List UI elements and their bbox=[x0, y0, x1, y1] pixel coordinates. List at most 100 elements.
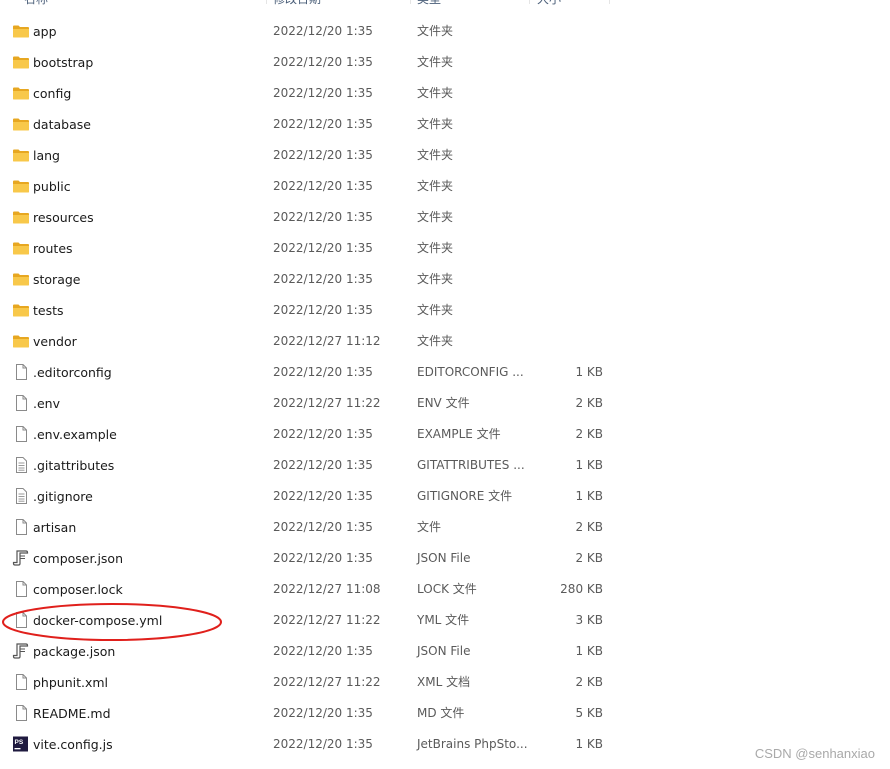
item-size: 2 KB bbox=[575, 520, 603, 534]
item-name[interactable]: resources bbox=[33, 202, 94, 233]
item-modified-date: 2022/12/27 11:22 bbox=[273, 675, 381, 689]
folder-row[interactable]: resources 2022/12/20 1:35 文件夹 bbox=[0, 202, 890, 233]
item-name[interactable]: README.md bbox=[33, 698, 111, 729]
folder-row[interactable]: bootstrap 2022/12/20 1:35 文件夹 bbox=[0, 47, 890, 78]
item-name[interactable]: tests bbox=[33, 295, 64, 326]
column-separator[interactable] bbox=[266, 0, 267, 4]
file-list: app 2022/12/20 1:35 文件夹 bootstrap 2022/12/20… bbox=[0, 16, 890, 760]
file-row[interactable]: README.md 2022/12/20 1:35 MD 文件 5 KB bbox=[0, 698, 890, 729]
text-file-icon bbox=[12, 457, 30, 473]
folder-icon bbox=[12, 23, 30, 39]
folder-row[interactable]: database 2022/12/20 1:35 文件夹 bbox=[0, 109, 890, 140]
file-icon bbox=[12, 426, 30, 442]
item-name[interactable]: lang bbox=[33, 140, 60, 171]
item-name[interactable]: bootstrap bbox=[33, 47, 93, 78]
item-name[interactable]: public bbox=[33, 171, 71, 202]
item-type: MD 文件 bbox=[417, 706, 465, 720]
column-header-date[interactable]: 修改日期 bbox=[273, 0, 353, 12]
item-modified-date: 2022/12/20 1:35 bbox=[273, 303, 373, 317]
column-separator[interactable] bbox=[410, 0, 411, 4]
folder-row[interactable]: lang 2022/12/20 1:35 文件夹 bbox=[0, 140, 890, 171]
item-modified-date: 2022/12/20 1:35 bbox=[273, 210, 373, 224]
item-size: 1 KB bbox=[575, 458, 603, 472]
folder-row[interactable]: app 2022/12/20 1:35 文件夹 bbox=[0, 16, 890, 47]
column-header-type[interactable]: 类型 bbox=[417, 0, 477, 12]
folder-row[interactable]: tests 2022/12/20 1:35 文件夹 bbox=[0, 295, 890, 326]
item-type: 文件夹 bbox=[417, 117, 454, 131]
folder-row[interactable]: storage 2022/12/20 1:35 文件夹 bbox=[0, 264, 890, 295]
item-modified-date: 2022/12/20 1:35 bbox=[273, 706, 373, 720]
item-name[interactable]: app bbox=[33, 16, 57, 47]
folder-row[interactable]: vendor 2022/12/27 11:12 文件夹 bbox=[0, 326, 890, 357]
folder-row[interactable]: config 2022/12/20 1:35 文件夹 bbox=[0, 78, 890, 109]
item-type: EDITORCONFIG ... bbox=[417, 365, 524, 379]
column-separator[interactable] bbox=[529, 0, 530, 4]
item-size: 2 KB bbox=[575, 551, 603, 565]
item-size: 1 KB bbox=[575, 489, 603, 503]
item-name[interactable]: .editorconfig bbox=[33, 357, 112, 388]
item-modified-date: 2022/12/20 1:35 bbox=[273, 365, 373, 379]
column-separator[interactable] bbox=[609, 0, 610, 4]
item-name[interactable]: database bbox=[33, 109, 91, 140]
file-row[interactable]: .gitignore 2022/12/20 1:35 GITIGNORE 文件 1 K… bbox=[0, 481, 890, 512]
item-modified-date: 2022/12/20 1:35 bbox=[273, 458, 373, 472]
item-name[interactable]: .gitignore bbox=[33, 481, 93, 512]
item-name[interactable]: composer.json bbox=[33, 543, 123, 574]
folder-icon bbox=[12, 116, 30, 132]
item-type: EXAMPLE 文件 bbox=[417, 427, 501, 441]
item-type: 文件夹 bbox=[417, 179, 454, 193]
folder-row[interactable]: routes 2022/12/20 1:35 文件夹 bbox=[0, 233, 890, 264]
file-row[interactable]: .gitattributes 2022/12/20 1:35 GITATTRIBUT… bbox=[0, 450, 890, 481]
item-size: 5 KB bbox=[575, 706, 603, 720]
file-row[interactable]: composer.json 2022/12/20 1:35 JSON File 2 K… bbox=[0, 543, 890, 574]
item-type: 文件夹 bbox=[417, 303, 454, 317]
item-modified-date: 2022/12/20 1:35 bbox=[273, 24, 373, 38]
item-modified-date: 2022/12/20 1:35 bbox=[273, 489, 373, 503]
item-type: JetBrains PhpSto... bbox=[417, 737, 528, 751]
file-row[interactable]: .env 2022/12/27 11:22 ENV 文件 2 KB bbox=[0, 388, 890, 419]
folder-icon bbox=[12, 147, 30, 163]
item-modified-date: 2022/12/20 1:35 bbox=[273, 427, 373, 441]
item-type: JSON File bbox=[417, 551, 471, 565]
item-modified-date: 2022/12/27 11:22 bbox=[273, 613, 381, 627]
folder-icon bbox=[12, 178, 30, 194]
column-header-size[interactable]: 大小 bbox=[537, 0, 577, 12]
item-modified-date: 2022/12/27 11:22 bbox=[273, 396, 381, 410]
item-name[interactable]: composer.lock bbox=[33, 574, 123, 605]
item-name[interactable]: vite.config.js bbox=[33, 729, 113, 760]
item-type: 文件夹 bbox=[417, 148, 454, 162]
file-row[interactable]: phpunit.xml 2022/12/27 11:22 XML 文档 2 KB bbox=[0, 667, 890, 698]
folder-row[interactable]: public 2022/12/20 1:35 文件夹 bbox=[0, 171, 890, 202]
item-size: 280 KB bbox=[560, 582, 603, 596]
file-row[interactable]: artisan 2022/12/20 1:35 文件 2 KB bbox=[0, 512, 890, 543]
item-name[interactable]: vendor bbox=[33, 326, 77, 357]
item-type: 文件夹 bbox=[417, 210, 454, 224]
item-name[interactable]: phpunit.xml bbox=[33, 667, 108, 698]
item-name[interactable]: .gitattributes bbox=[33, 450, 114, 481]
item-size: 3 KB bbox=[575, 613, 603, 627]
item-modified-date: 2022/12/20 1:35 bbox=[273, 179, 373, 193]
item-modified-date: 2022/12/20 1:35 bbox=[273, 241, 373, 255]
column-header-row: 名称 修改日期 类型 大小 bbox=[0, 0, 890, 12]
item-name[interactable]: .env bbox=[33, 388, 60, 419]
file-row[interactable]: .env.example 2022/12/20 1:35 EXAMPLE 文件 2 K… bbox=[0, 419, 890, 450]
column-header-name[interactable]: 名称 bbox=[24, 0, 84, 12]
item-name[interactable]: config bbox=[33, 78, 71, 109]
item-size: 2 KB bbox=[575, 396, 603, 410]
file-icon bbox=[12, 674, 30, 690]
file-icon bbox=[12, 395, 30, 411]
item-type: 文件 bbox=[417, 520, 442, 534]
folder-icon bbox=[12, 302, 30, 318]
item-name[interactable]: storage bbox=[33, 264, 81, 295]
item-modified-date: 2022/12/20 1:35 bbox=[273, 55, 373, 69]
folder-icon bbox=[12, 85, 30, 101]
item-size: 1 KB bbox=[575, 737, 603, 751]
item-name[interactable]: .env.example bbox=[33, 419, 117, 450]
file-row[interactable]: .editorconfig 2022/12/20 1:35 EDITORCONFIG… bbox=[0, 357, 890, 388]
file-row[interactable]: composer.lock 2022/12/27 11:08 LOCK 文件 280 … bbox=[0, 574, 890, 605]
item-name[interactable]: artisan bbox=[33, 512, 76, 543]
folder-icon bbox=[12, 209, 30, 225]
item-type: JSON File bbox=[417, 644, 471, 658]
item-name[interactable]: routes bbox=[33, 233, 73, 264]
item-modified-date: 2022/12/20 1:35 bbox=[273, 551, 373, 565]
